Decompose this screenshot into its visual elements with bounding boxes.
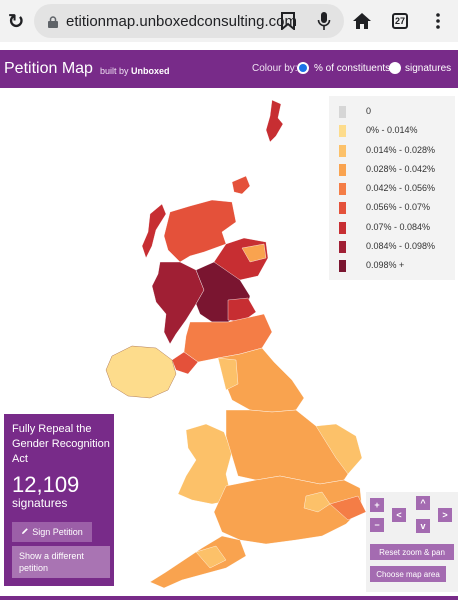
pan-right-button[interactable]: > (438, 508, 452, 522)
sign-petition-label: Sign Petition (32, 527, 83, 537)
legend-swatch (339, 125, 346, 138)
legend-row: 0.028% - 0.042% (329, 163, 455, 182)
outer-hebrides-region (141, 203, 167, 259)
northern-ireland-region (105, 345, 177, 399)
legend-swatch (339, 260, 346, 273)
built-by-credit: built by Unboxed (100, 66, 170, 76)
legend-label: 0.07% - 0.084% (366, 221, 431, 232)
built-by-link[interactable]: Unboxed (131, 66, 170, 76)
bookmark-icon[interactable] (276, 9, 300, 33)
radio-percent[interactable] (297, 62, 309, 74)
reload-icon[interactable]: ↻ (0, 9, 32, 34)
legend-swatch (339, 144, 346, 157)
signature-count-label: signatures (12, 496, 68, 510)
signature-count: 12,109 (12, 472, 80, 497)
footer-bar (0, 596, 458, 600)
option-signatures-label[interactable]: signatures (405, 63, 451, 74)
legend-swatch (339, 202, 346, 215)
built-by-prefix: built by (99, 65, 131, 76)
site-header: Petition Map built by Unboxed Colour by:… (0, 50, 458, 88)
map-legend: 0 0% - 0.014% 0.014% - 0.028% 0.028% - 0… (329, 96, 455, 280)
legend-row: 0.098% + (329, 259, 455, 278)
legend-row: 0.042% - 0.056% (329, 182, 455, 201)
url-text: etitionmap.unboxedconsulting.com (66, 12, 297, 30)
map-controls: + − ^ < > v Reset zoom & pan Choose map … (366, 492, 458, 592)
show-different-petition-button[interactable]: Show a different petition (12, 546, 110, 578)
cumbria-region (217, 357, 239, 391)
legend-swatch (339, 163, 346, 176)
colour-by-label: Colour by: (252, 63, 298, 74)
choose-map-area-button[interactable]: Choose map area (370, 566, 446, 582)
legend-label: 0.098% + (366, 260, 405, 271)
page-title[interactable]: Petition Map (4, 60, 93, 78)
option-percent-label[interactable]: % of constituents (314, 63, 390, 74)
legend-swatch (339, 106, 346, 118)
radio-signatures[interactable] (389, 62, 401, 74)
home-icon[interactable] (350, 9, 374, 33)
zoom-in-button[interactable]: + (370, 498, 384, 512)
browser-toolbar: ↻ etitionmap.unboxedconsulting.com 27 (0, 0, 458, 42)
legend-label: 0 (366, 106, 372, 116)
more-menu-icon[interactable] (426, 9, 450, 33)
southwest-england-region (149, 535, 247, 589)
tab-count: 27 (392, 13, 408, 29)
pan-down-button[interactable]: v (416, 519, 430, 533)
tab-switcher-button[interactable]: 27 (388, 9, 412, 33)
legend-swatch (339, 183, 346, 196)
orkney-region (231, 175, 251, 195)
pencil-icon (21, 527, 29, 537)
legend-label: 0.084% - 0.098% (366, 241, 436, 252)
zoom-out-button[interactable]: − (370, 518, 384, 532)
legend-row: 0.014% - 0.028% (329, 144, 455, 163)
pan-left-button[interactable]: < (392, 508, 406, 522)
legend-label: 0.056% - 0.07% (366, 202, 431, 213)
petition-title: Fully Repeal the Gender Recognition Act (12, 423, 110, 465)
legend-swatch (339, 241, 346, 254)
microphone-icon[interactable] (312, 9, 336, 33)
legend-row: 0 (329, 105, 455, 124)
reset-zoom-pan-button[interactable]: Reset zoom & pan (370, 544, 454, 560)
sign-petition-button[interactable]: Sign Petition (12, 522, 92, 542)
pan-up-button[interactable]: ^ (416, 496, 430, 510)
legend-row: 0.084% - 0.098% (329, 240, 455, 259)
legend-row: 0% - 0.014% (329, 124, 455, 143)
shetland-region (265, 99, 284, 143)
legend-label: 0.042% - 0.056% (366, 183, 436, 194)
legend-swatch (339, 221, 346, 234)
legend-label: 0% - 0.014% (366, 125, 418, 136)
legend-row: 0.056% - 0.07% (329, 201, 455, 220)
legend-label: 0.028% - 0.042% (366, 163, 436, 174)
legend-row: 0.07% - 0.084% (329, 221, 455, 240)
lock-icon (48, 15, 58, 28)
petition-card: Fully Repeal the Gender Recognition Act … (4, 414, 114, 586)
legend-label: 0.014% - 0.028% (366, 144, 436, 155)
